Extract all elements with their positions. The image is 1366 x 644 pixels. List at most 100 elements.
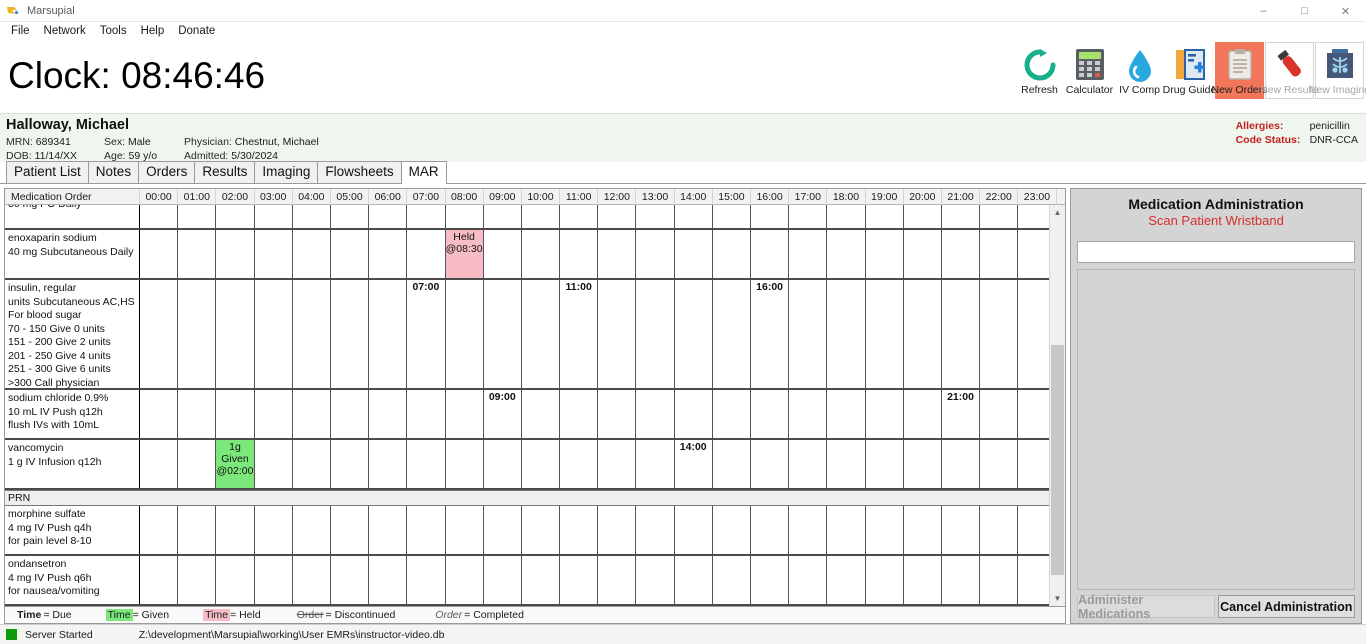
mar-time-slot-cell[interactable] <box>827 440 866 488</box>
mar-time-slot-cell[interactable] <box>216 280 255 388</box>
mar-medication-row[interactable]: ondansetron 4 mg IV Push q6h for nausea/vo… <box>5 556 1049 606</box>
mar-grid-body[interactable]: 30 mg PO Daily enoxaparin sodium40 mg Sub… <box>5 205 1049 606</box>
mar-medication-order-cell[interactable]: sodium chloride 0.9% 10 mL IV Push q12h fl… <box>5 390 140 438</box>
mar-time-slot-cell[interactable] <box>1018 556 1049 604</box>
mar-time-slot-cell[interactable] <box>140 205 179 228</box>
mar-time-slot-cell[interactable] <box>598 390 637 438</box>
mar-time-slot-cell[interactable] <box>713 390 751 438</box>
mar-medication-order-cell[interactable]: 30 mg PO Daily <box>5 205 140 228</box>
mar-vertical-scrollbar[interactable]: ▲ ▼ <box>1049 205 1065 606</box>
mar-time-slot-cell[interactable] <box>1018 280 1049 388</box>
tab-patient-list[interactable]: Patient List <box>6 161 89 183</box>
mar-medication-order-cell[interactable]: insulin, regular units Subcutaneous AC,H… <box>5 280 140 389</box>
mar-time-slot-cell[interactable] <box>827 205 866 228</box>
mar-time-slot-cell[interactable] <box>980 506 1019 554</box>
scrollbar-thumb[interactable] <box>1051 345 1064 575</box>
mar-time-slot-cell[interactable] <box>331 556 370 604</box>
mar-time-slot-cell[interactable] <box>560 390 599 438</box>
mar-time-slot-cell[interactable] <box>980 205 1019 228</box>
mar-time-slot-cell[interactable] <box>789 280 828 388</box>
cancel-administration-button[interactable]: Cancel Administration <box>1217 595 1355 618</box>
menu-item-donate[interactable]: Donate <box>171 23 222 39</box>
mar-time-slot-cell[interactable] <box>598 440 637 488</box>
mar-time-slot-cell[interactable] <box>293 280 331 388</box>
mar-time-slot-cell[interactable] <box>369 440 408 488</box>
mar-time-slot-cell[interactable] <box>751 506 790 554</box>
toolbar-button-new-results[interactable]: New Results <box>1260 42 1319 99</box>
mar-time-slot-cell[interactable] <box>369 230 408 278</box>
mar-time-slot-cell[interactable]: Held @08:30 <box>445 230 484 278</box>
mar-time-slot-cell[interactable] <box>522 230 561 278</box>
toolbar-button-new-imaging[interactable]: New Imaging <box>1309 42 1366 99</box>
mar-time-slot-cell[interactable] <box>942 280 981 388</box>
toolbar-button-refresh[interactable]: Refresh <box>1015 42 1064 99</box>
mar-time-slot-cell[interactable] <box>789 205 828 228</box>
mar-time-slot-cell[interactable] <box>675 506 713 554</box>
administration-medication-list[interactable] <box>1077 269 1355 590</box>
toolbar-button-drug-guide[interactable]: Drug Guide <box>1163 42 1216 99</box>
tab-notes[interactable]: Notes <box>87 161 140 183</box>
mar-time-slot-cell[interactable] <box>140 440 179 488</box>
mar-time-slot-cell[interactable] <box>1018 230 1049 278</box>
mar-time-slot-cell[interactable] <box>255 506 293 554</box>
mar-time-slot-cell[interactable] <box>827 280 866 388</box>
mar-time-slot-cell[interactable] <box>178 506 217 554</box>
mar-time-slot-cell[interactable] <box>980 230 1019 278</box>
mar-time-slot-cell[interactable] <box>446 440 484 488</box>
mar-medication-row[interactable]: insulin, regular units Subcutaneous AC,H… <box>5 280 1049 390</box>
toolbar-button-calculator[interactable]: Calculator <box>1065 42 1114 99</box>
mar-time-slot-cell[interactable] <box>446 556 484 604</box>
mar-time-slot-cell[interactable] <box>522 506 561 554</box>
mar-time-slot-cell[interactable] <box>484 280 522 388</box>
mar-time-slot-cell[interactable] <box>904 556 942 604</box>
mar-time-slot-cell[interactable] <box>675 390 713 438</box>
mar-time-slot-cell[interactable] <box>827 556 866 604</box>
mar-time-slot-cell[interactable] <box>446 390 484 438</box>
mar-time-slot-cell[interactable] <box>484 556 522 604</box>
mar-time-slot-cell[interactable] <box>369 280 408 388</box>
close-button[interactable]: ✕ <box>1325 0 1366 22</box>
menu-item-file[interactable]: File <box>4 23 37 39</box>
mar-time-slot-cell[interactable] <box>675 230 713 278</box>
mar-medication-row[interactable]: 30 mg PO Daily <box>5 205 1049 230</box>
mar-time-slot-cell[interactable] <box>522 556 561 604</box>
mar-time-slot-cell[interactable] <box>560 230 599 278</box>
mar-medication-row[interactable]: morphine sulfate 4 mg IV Push q4h for pain… <box>5 506 1049 556</box>
administer-medications-button[interactable]: Administer Medications <box>1077 593 1215 621</box>
mar-time-slot-cell[interactable] <box>866 440 904 488</box>
mar-time-slot-cell[interactable] <box>560 506 599 554</box>
mar-time-slot-cell[interactable] <box>255 280 293 388</box>
mar-medication-row[interactable]: sodium chloride 0.9% 10 mL IV Push q12h fl… <box>5 390 1049 440</box>
mar-time-slot-cell[interactable] <box>942 205 981 228</box>
mar-time-slot-cell[interactable] <box>560 440 599 488</box>
mar-time-slot-cell[interactable] <box>178 390 217 438</box>
mar-medication-row[interactable]: vancomycin 1 g IV Infusion q12h 1g Given @02… <box>5 440 1049 490</box>
mar-time-slot-cell[interactable] <box>522 440 561 488</box>
mar-time-slot-cell[interactable] <box>140 556 179 604</box>
mar-time-slot-cell[interactable] <box>789 506 828 554</box>
toolbar-button-iv-comp[interactable]: IV Comp <box>1115 42 1164 99</box>
mar-time-slot-cell[interactable] <box>216 205 255 228</box>
mar-time-slot-cell[interactable] <box>713 556 751 604</box>
mar-time-slot-cell[interactable] <box>369 390 408 438</box>
mar-time-slot-cell[interactable] <box>331 230 370 278</box>
mar-time-slot-cell[interactable] <box>827 230 866 278</box>
mar-time-slot-cell[interactable] <box>331 280 370 388</box>
mar-time-slot-cell[interactable] <box>980 390 1019 438</box>
mar-time-slot-cell[interactable] <box>331 440 370 488</box>
mar-time-slot-cell[interactable] <box>713 280 751 388</box>
mar-time-slot-cell[interactable] <box>216 506 255 554</box>
mar-time-slot-cell[interactable]: 1g Given @02:00 <box>216 440 255 488</box>
mar-time-slot-cell[interactable] <box>789 230 828 278</box>
mar-time-slot-cell[interactable] <box>866 280 904 388</box>
mar-time-slot-cell[interactable] <box>598 230 637 278</box>
mar-time-slot-cell[interactable] <box>598 506 637 554</box>
mar-medication-order-cell[interactable]: vancomycin 1 g IV Infusion q12h <box>5 440 140 488</box>
mar-time-slot-cell[interactable] <box>293 390 331 438</box>
menu-item-tools[interactable]: Tools <box>93 23 134 39</box>
mar-time-slot-cell[interactable] <box>751 556 790 604</box>
mar-time-slot-cell[interactable] <box>980 440 1019 488</box>
mar-time-slot-cell[interactable] <box>675 205 713 228</box>
mar-time-slot-cell[interactable] <box>216 556 255 604</box>
mar-time-slot-cell[interactable] <box>369 506 408 554</box>
